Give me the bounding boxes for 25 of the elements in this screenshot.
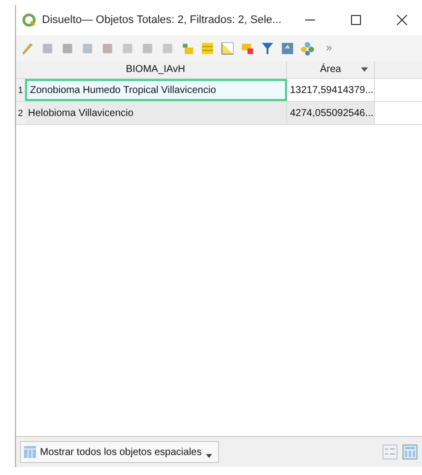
overflow-button[interactable]: » [326,42,332,54]
window-title: Disuelto— Objetos Totales: 2, Filtrados: 2, Sele... [42,14,282,26]
table-cell[interactable]: Helobioma Villavicencio [25,102,287,124]
table-cell[interactable]: 13217,59414379... [287,79,375,101]
dropdown-arrow-icon[interactable] [361,67,368,72]
close-icon[interactable] [396,14,408,26]
column-header[interactable]: BIOMA_IAvH [25,61,287,78]
invert-selection-icon[interactable] [220,40,235,56]
filter-dropdown-button[interactable]: Mostrar todos los objetos espaciales [20,441,219,463]
table-cell[interactable]: Zonobioma Humedo Tropical Villavicencio [25,79,287,101]
rows-icon[interactable] [200,40,215,56]
row-number[interactable]: 2 [16,102,25,124]
move-to-top-icon[interactable] [280,40,295,56]
table-view-icon[interactable] [402,444,418,460]
table-cell[interactable]: 4274,055092546... [287,102,375,124]
table-icon [24,446,36,458]
maximize-icon[interactable] [350,14,362,26]
puzzle-icon[interactable] [300,40,315,56]
row-number[interactable]: 1 [16,79,25,101]
app-logo-icon [22,13,36,27]
pencil-icon[interactable] [20,40,35,56]
filter-icon[interactable] [260,40,275,56]
caret-icon [206,454,212,458]
column-header[interactable]: Área [287,61,375,78]
form-view-icon[interactable] [382,444,398,460]
